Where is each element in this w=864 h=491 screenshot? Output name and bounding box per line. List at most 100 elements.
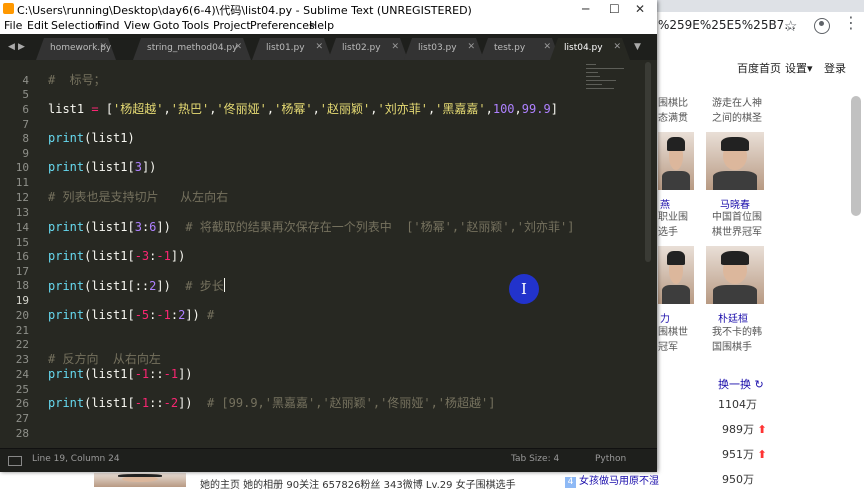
tab-nav-right-icon[interactable]: ▶ [18,42,25,52]
page-scrollbar[interactable] [851,96,861,216]
tab-size-indicator[interactable]: Tab Size: 4 [511,454,559,464]
person-photo[interactable] [658,132,694,190]
rank-badge: 4 [565,477,576,488]
code-token: ]) [170,249,186,263]
maximize-button[interactable]: ☐ [609,2,620,16]
code-line-19: print(list1[::2]) # 步长 [48,278,225,294]
tab-close-icon[interactable]: ✕ [543,42,551,52]
menu-file[interactable]: File [4,19,22,32]
code-token: (list1) [84,131,135,145]
menu-help[interactable]: Help [309,19,334,32]
tab-close-icon[interactable]: ✕ [613,42,621,52]
news-link[interactable]: 女孩做马用原不湿 [579,476,659,487]
tab-list02-py[interactable]: list02.py ✕ [328,38,408,60]
line-number: 18 [15,279,29,292]
menu-find[interactable]: Find [97,19,120,32]
tab-string-method04-py[interactable]: string_method04.py ✕ [133,38,251,60]
code-token: (list1[ [84,249,135,263]
cursor-glyph: I [521,280,527,298]
code-token: -1 [163,367,179,381]
code-token: 3 [134,220,142,234]
tab-label: test.py [494,43,526,53]
code-token: # [207,308,215,322]
code-token: '刘亦菲' [377,102,428,116]
settings-link[interactable]: 设置▾ [785,60,813,76]
minimap[interactable] [582,62,628,92]
code-line-15: print(list1[3:6]) # 将截取的结果再次保存在一个列表中 ['杨… [48,220,574,235]
caption-line: 我不卡的韩 [712,327,762,338]
tab-nav-left-icon[interactable]: ◀ [8,42,15,52]
address-bar-url[interactable]: %259E%25E5%25B7... [658,18,796,32]
login-link[interactable]: 登录 [824,60,846,76]
line-number: 17 [15,265,29,278]
tab-list04-py[interactable]: list04.py ✕ [550,38,630,60]
caption-line: 围棋世 [658,327,688,338]
code-token: '杨幂' [274,102,313,116]
tab-bar: ◀ ▶ homework.py ✕ string_method04.py ✕ lis… [0,34,657,60]
menu-project[interactable]: Project [213,19,251,32]
code-token: print [48,249,85,263]
code-token: (list1[ [84,160,135,174]
caption-line: 游走在人神 [712,98,762,109]
code-editor[interactable]: 4 5 6 7 8 9 10 11 12 13 14 15 16 17 18 19 20 21 22 23 24 25 26… [0,60,657,448]
caption-line: 国围棋手 [712,342,752,353]
person-photo[interactable] [658,246,694,304]
tab-close-icon[interactable]: ✕ [234,42,242,52]
person-name-link[interactable]: 力 [660,310,670,325]
tab-list03-py[interactable]: list03.py ✕ [404,38,484,60]
line-number: 12 [15,191,29,204]
close-button[interactable]: ✕ [635,2,645,16]
cursor-position: Line 19, Column 24 [32,454,120,464]
code-line-11: print(list1[3]) [48,160,156,175]
line-number: 8 [22,132,29,145]
sublime-text-window: C:\Users\running\Desktop\day6(6-4)\代码\li… [0,0,657,472]
menu-tools[interactable]: Tools [182,19,209,32]
tab-list01-py[interactable]: list01.py ✕ [252,38,332,60]
tab-close-icon[interactable]: ✕ [391,42,399,52]
tab-close-icon[interactable]: ✕ [467,42,475,52]
person-name-link[interactable]: 朴廷桓 [718,310,748,325]
code-token: (list1[ [84,396,135,410]
menu-view[interactable]: View [124,19,150,32]
tab-close-icon[interactable]: ✕ [315,42,323,52]
code-token: :: [149,396,164,410]
caption-line: 选手 [658,227,678,238]
menu-preferences[interactable]: Preferences [250,19,315,32]
account-icon[interactable] [814,18,830,34]
person-caption: 职业围 选手 [658,210,688,240]
tab-dropdown-icon[interactable]: ▼ [634,42,641,52]
hot-value: 950万 [722,473,754,486]
refresh-button[interactable]: 换一换 ↻ [718,376,764,392]
tab-close-icon[interactable]: ✕ [99,42,107,52]
bookmark-star-icon[interactable]: ☆ [784,17,797,35]
menu-goto[interactable]: Goto [153,19,179,32]
syntax-indicator[interactable]: Python [595,454,626,464]
line-number-gutter: 4 5 6 7 8 9 10 11 12 13 14 15 16 17 18 19 20 21 22 23 24 25 26… [0,60,32,448]
person-photo[interactable] [706,246,764,304]
code-token: (list1[:: [84,279,150,293]
code-token: ]) [178,396,207,410]
panel-toggle-icon[interactable] [8,456,22,466]
editor-vertical-scrollbar[interactable] [645,62,651,262]
person-photo[interactable] [706,132,764,190]
browser-menu-icon[interactable]: ⋮ [843,15,859,31]
code-token: ]) [178,367,193,381]
code-line-19-text: print(list1[::2]) # 步长 [48,279,224,293]
person-photo[interactable] [94,473,186,487]
baidu-home-link[interactable]: 百度首页 [737,60,781,76]
person-caption: 中国首位围 棋世界冠军 [712,210,762,240]
code-line-25: print(list1[-1::-1]) [48,367,193,382]
hot-item: 989万 ⬆ [722,421,767,437]
menu-selection[interactable]: Selection [51,19,102,32]
person-name-link[interactable]: 马晓春 [720,196,750,211]
tab-homework-py[interactable]: homework.py ✕ [36,38,116,60]
tab-test-py[interactable]: test.py ✕ [480,38,560,60]
minimize-button[interactable]: ─ [582,2,589,16]
line-number: 10 [15,161,29,174]
code-token: # 步长 [185,279,224,293]
code-token: list1 [48,102,92,116]
person-name-link[interactable]: 燕 [660,196,670,211]
code-line-13: # 列表也是支持切片 从左向右 [48,190,229,204]
menu-edit[interactable]: Edit [27,19,48,32]
line-number: 6 [22,103,29,116]
